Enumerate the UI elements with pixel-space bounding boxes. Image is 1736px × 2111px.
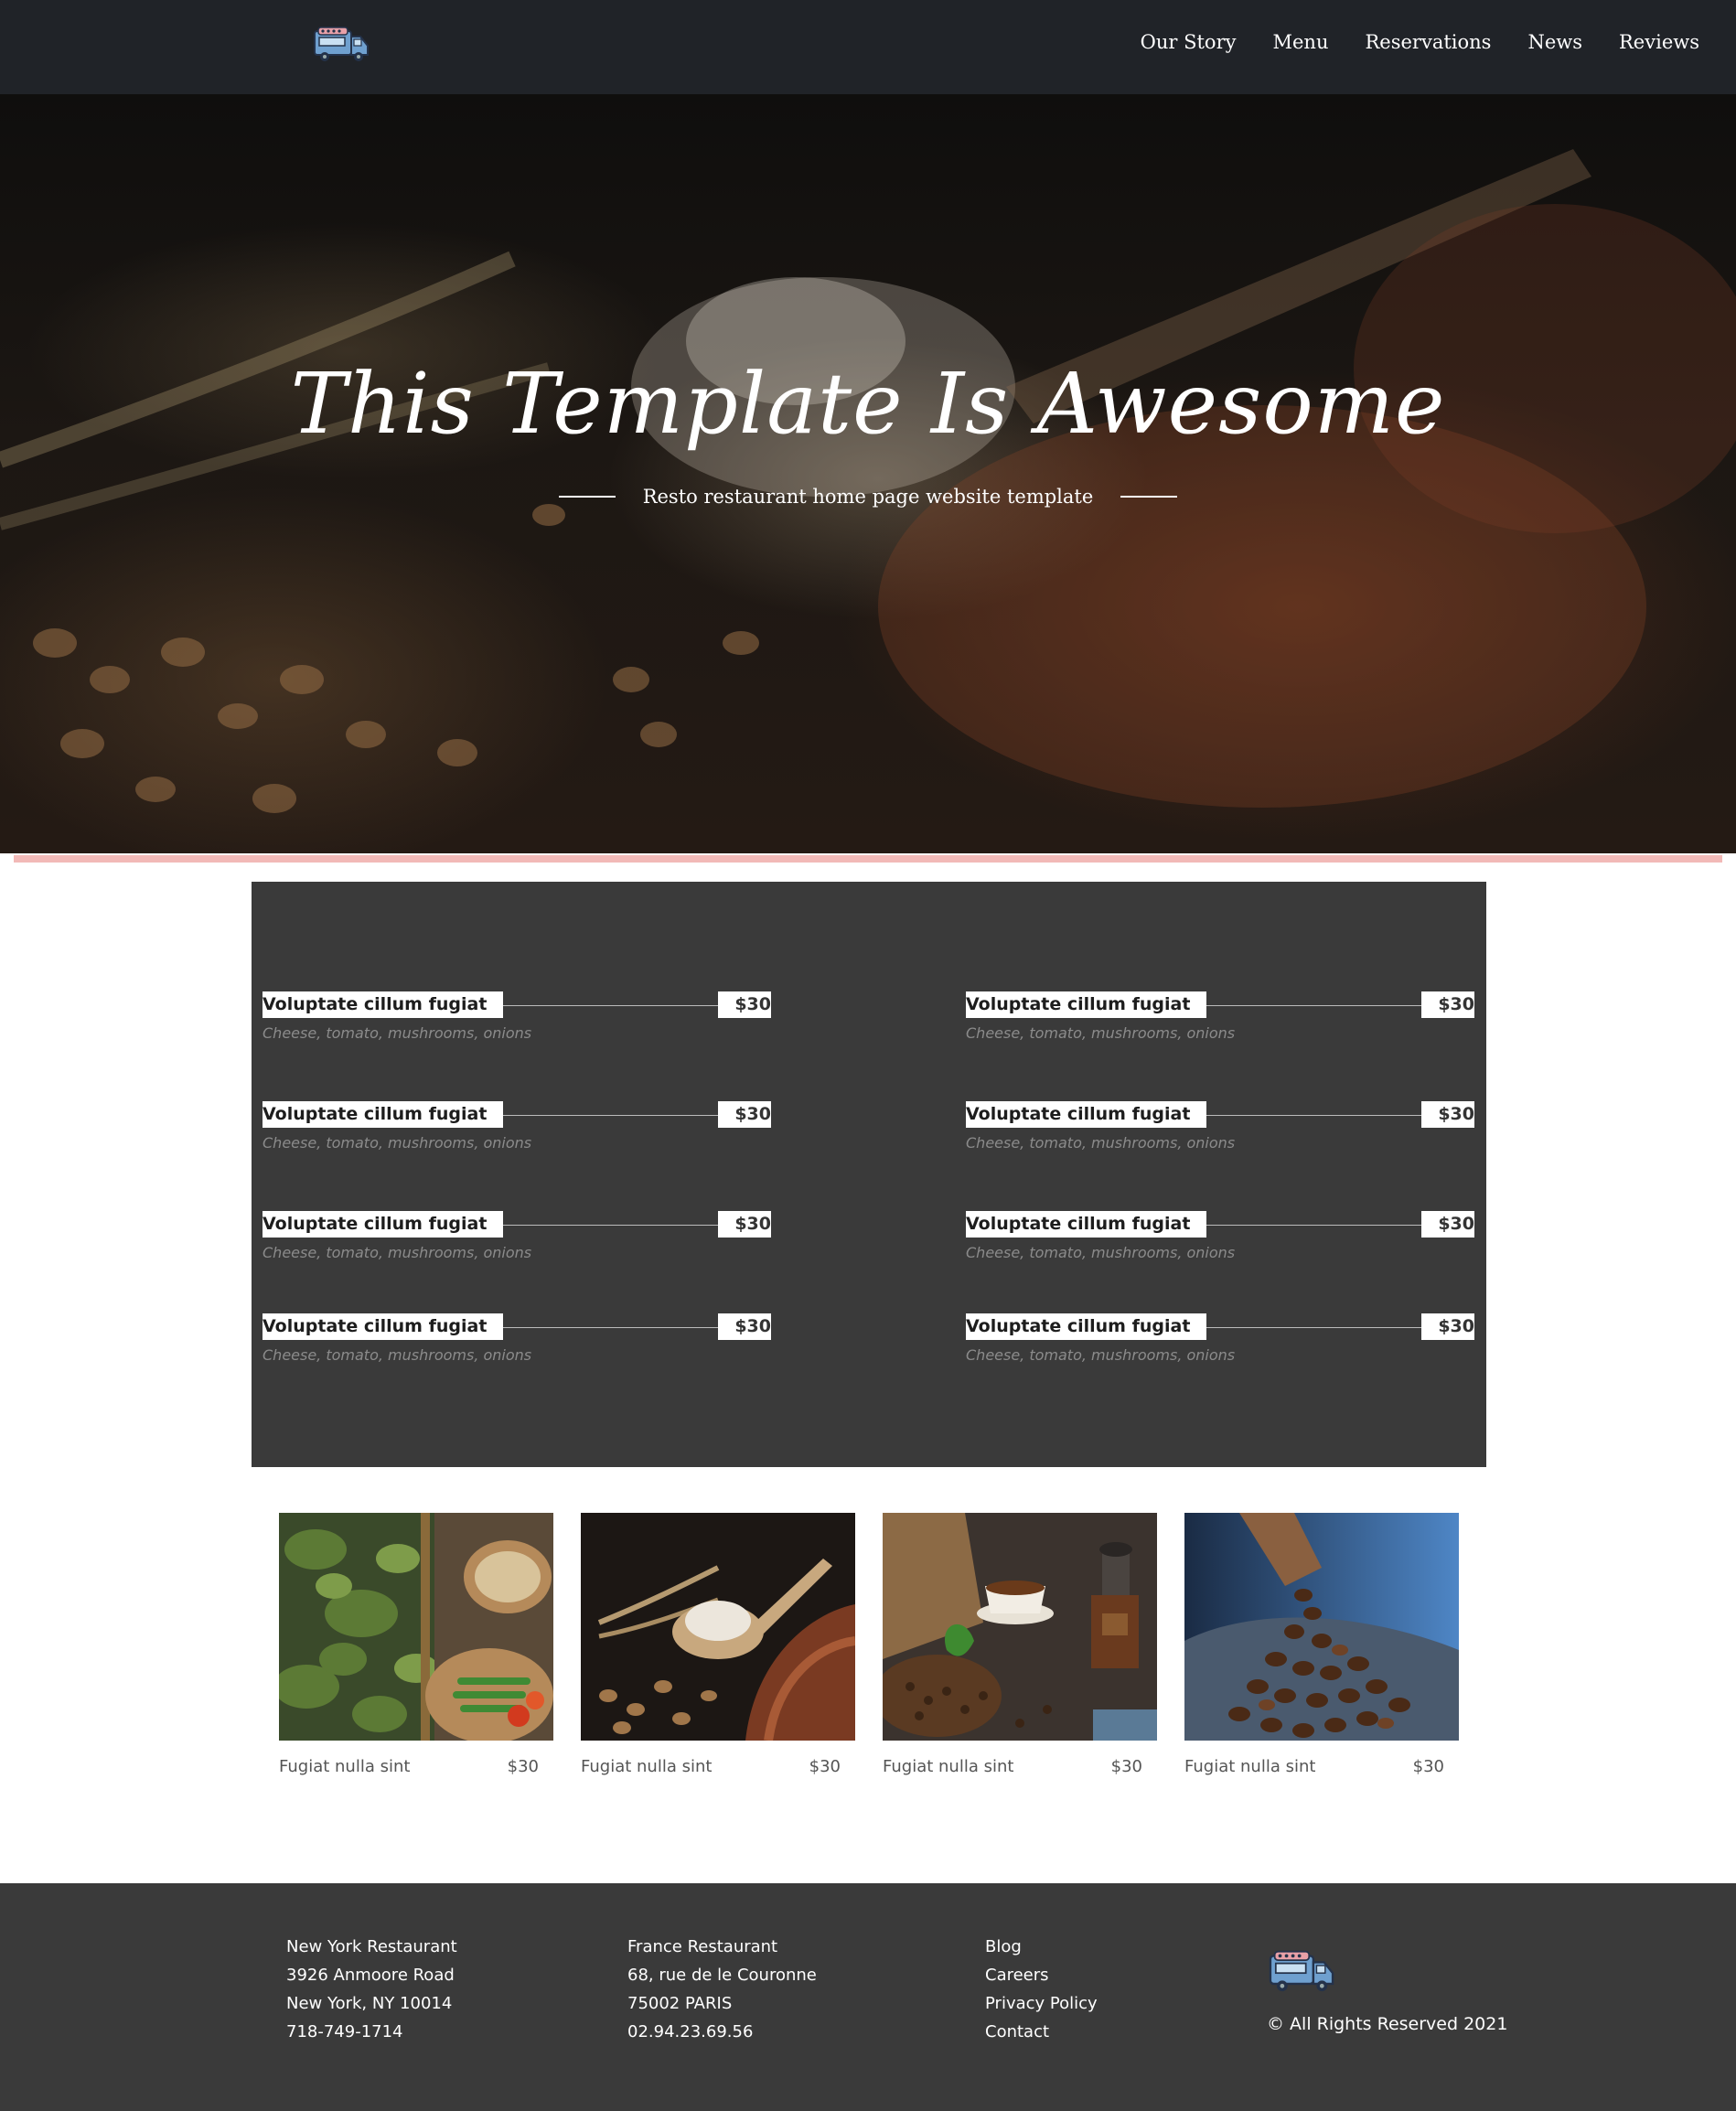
footer-line: 02.94.23.69.56 (627, 2022, 754, 2041)
footer-line: New York, NY 10014 (286, 1994, 453, 2013)
menu-item-name: Voluptate cillum fugiat (263, 1101, 504, 1128)
footer-france-address: France Restaurant 68, rue de le Couronne… (627, 1933, 817, 2046)
card-title: Fugiat nulla sint (1184, 1757, 1316, 1776)
vegetables-photo[interactable] (279, 1513, 553, 1741)
menu-item-name: Voluptate cillum fugiat (966, 991, 1207, 1018)
food-truck-icon (1269, 1950, 1334, 1992)
menu-item[interactable]: Voluptate cillum fugiat $30 Cheese, toma… (966, 1313, 1474, 1377)
menu-item-description: Cheese, tomato, mushrooms, onions (966, 1244, 1236, 1261)
footer-line: 75002 PARIS (627, 1994, 733, 2013)
menu-item-description: Cheese, tomato, mushrooms, onions (966, 1024, 1236, 1042)
product-card[interactable]: Fugiat nulla sint $30 (279, 1513, 553, 1786)
card-title: Fugiat nulla sint (581, 1757, 713, 1776)
menu-panel: Voluptate cillum fugiat $30 Cheese, toma… (252, 882, 1486, 1467)
nav-our-story[interactable]: Our Story (1141, 31, 1237, 53)
menu-item-description: Cheese, tomato, mushrooms, onions (263, 1346, 532, 1364)
hero-title: This Template Is Awesome (290, 355, 1446, 453)
menu-item-description: Cheese, tomato, mushrooms, onions (263, 1024, 532, 1042)
menu-item-price: $30 (1421, 991, 1474, 1018)
footer-line: 718-749-1714 (286, 2022, 403, 2041)
menu-item-description: Cheese, tomato, mushrooms, onions (263, 1244, 532, 1261)
menu-item[interactable]: Voluptate cillum fugiat $30 Cheese, toma… (966, 1101, 1474, 1165)
card-title: Fugiat nulla sint (279, 1757, 411, 1776)
menu-item-price: $30 (718, 1101, 771, 1128)
nav-reservations[interactable]: Reservations (1365, 31, 1491, 53)
card-price: $30 (1412, 1757, 1444, 1776)
menu-item-price: $30 (718, 1313, 771, 1340)
footer-new-york-address: New York Restaurant 3926 Anmoore Road Ne… (286, 1933, 457, 2046)
menu-item-name: Voluptate cillum fugiat (263, 1313, 504, 1340)
copyright-text: © All Rights Reserved 2021 (1267, 2014, 1508, 2034)
menu-item-description: Cheese, tomato, mushrooms, onions (263, 1134, 532, 1152)
menu-item-name: Voluptate cillum fugiat (966, 1211, 1207, 1238)
card-price: $30 (1110, 1757, 1142, 1776)
menu-item-name: Voluptate cillum fugiat (263, 991, 504, 1018)
menu-item-name: Voluptate cillum fugiat (263, 1211, 504, 1238)
menu-item-price: $30 (718, 1211, 771, 1238)
menu-item-name: Voluptate cillum fugiat (966, 1101, 1207, 1128)
menu-item-name: Voluptate cillum fugiat (966, 1313, 1207, 1340)
menu-item-price: $30 (1421, 1211, 1474, 1238)
footer-link-careers[interactable]: Careers (985, 1961, 1098, 1989)
coffee-beans-photo[interactable] (1184, 1513, 1459, 1741)
nav-reviews[interactable]: Reviews (1619, 31, 1699, 53)
menu-item[interactable]: Voluptate cillum fugiat $30 Cheese, toma… (966, 991, 1474, 1056)
food-truck-icon[interactable] (313, 24, 370, 66)
menu-item[interactable]: Voluptate cillum fugiat $30 Cheese, toma… (263, 991, 771, 1056)
footer-line: 3926 Anmoore Road (286, 1966, 455, 1985)
menu-item[interactable]: Voluptate cillum fugiat $30 Cheese, toma… (263, 1211, 771, 1275)
footer-link-contact[interactable]: Contact (985, 2018, 1098, 2046)
hero-divider-left (558, 496, 616, 498)
footer-line: New York Restaurant (286, 1937, 457, 1956)
menu-item[interactable]: Voluptate cillum fugiat $30 Cheese, toma… (263, 1313, 771, 1377)
bread-flour-photo[interactable] (581, 1513, 855, 1741)
footer-line: France Restaurant (627, 1937, 778, 1956)
product-card[interactable]: Fugiat nulla sint $30 (1184, 1513, 1459, 1786)
main-nav: Our Story Menu Reservations News Reviews (1141, 0, 1699, 84)
site-header: Our Story Menu Reservations News Reviews (0, 0, 1736, 94)
nav-news[interactable]: News (1527, 31, 1582, 53)
footer-link-privacy-policy[interactable]: Privacy Policy (985, 1989, 1098, 2018)
menu-item-price: $30 (1421, 1101, 1474, 1128)
menu-item-description: Cheese, tomato, mushrooms, onions (966, 1346, 1236, 1364)
site-footer: New York Restaurant 3926 Anmoore Road Ne… (0, 1883, 1736, 2111)
hero-subtitle: Resto restaurant home page website templ… (642, 486, 1094, 508)
accent-bar (14, 855, 1722, 863)
card-title: Fugiat nulla sint (883, 1757, 1014, 1776)
card-price: $30 (507, 1757, 539, 1776)
coffee-cup-photo[interactable] (883, 1513, 1157, 1741)
menu-item-description: Cheese, tomato, mushrooms, onions (966, 1134, 1236, 1152)
product-card[interactable]: Fugiat nulla sint $30 (883, 1513, 1157, 1786)
card-price: $30 (809, 1757, 841, 1776)
nav-menu[interactable]: Menu (1272, 31, 1328, 53)
menu-item-price: $30 (1421, 1313, 1474, 1340)
product-card[interactable]: Fugiat nulla sint $30 (581, 1513, 855, 1786)
footer-link-blog[interactable]: Blog (985, 1933, 1098, 1961)
hero-banner: This Template Is Awesome Resto restauran… (0, 94, 1736, 853)
footer-line: 68, rue de le Couronne (627, 1966, 817, 1985)
menu-item[interactable]: Voluptate cillum fugiat $30 Cheese, toma… (263, 1101, 771, 1165)
footer-links: Blog Careers Privacy Policy Contact (985, 1933, 1098, 2046)
menu-item[interactable]: Voluptate cillum fugiat $30 Cheese, toma… (966, 1211, 1474, 1275)
hero-divider-right (1120, 496, 1178, 498)
menu-item-price: $30 (718, 991, 771, 1018)
hero-background-image (0, 149, 1736, 813)
hero-subtitle-row: Resto restaurant home page website templ… (0, 486, 1736, 508)
